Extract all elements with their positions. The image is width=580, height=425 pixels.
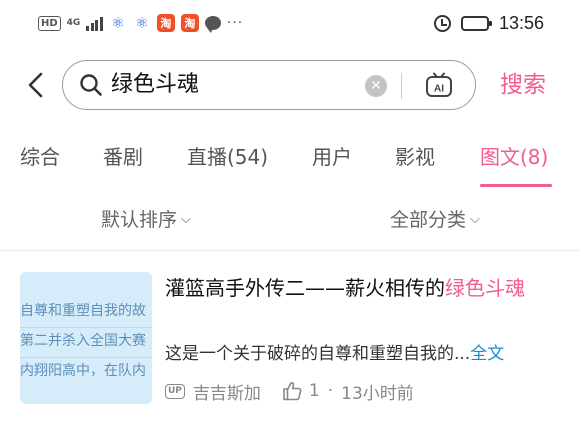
baidu-paw-icon: ⚛ [111,14,125,32]
thumbs-up-icon[interactable] [281,380,303,402]
sort-label: 默认排序 [101,209,178,231]
thumbnail-text-line: 内翔阳高中，在队内 [20,363,146,379]
tab-bangumi[interactable]: 番剧 [103,140,143,174]
tab-live[interactable]: 直播(54) [187,140,268,174]
status-bar-left: HD 4G ⚛ ⚛ 淘 淘 ··· [38,14,244,33]
thumbnail-text-line: 第二并杀入全国大赛 [20,333,146,349]
clock: 13:56 [498,13,544,33]
author-name[interactable]: 吉吉斯加 [193,379,261,404]
search-submit-button[interactable]: 搜索 [500,70,546,100]
filter-divider [0,250,580,251]
full-text-link[interactable]: 全文 [470,344,504,364]
category-dropdown[interactable]: 全部分类 ⌵ [390,206,480,234]
result-title-highlight: 绿色斗魂 [445,276,525,300]
chevron-left-icon [28,72,43,98]
active-tab-indicator [480,184,552,187]
chevron-down-icon: ⌵ [470,212,480,227]
publish-time: 13小时前 [341,383,414,404]
result-snippet-text: 这是一个关于破碎的自尊和重塑自我的... [165,344,471,364]
ai-tv-icon[interactable]: AI [425,72,453,100]
result-tabs: 综合 番剧 直播(54) 用户 影视 图文(8) [0,140,580,190]
back-button[interactable] [22,70,52,100]
tab-movies[interactable]: 影视 [395,140,435,174]
search-divider [401,73,402,99]
search-icon [80,74,102,96]
result-meta: UP 吉吉斯加 1 · 13小时前 [165,378,414,404]
thumbnail-text-line: 自尊和重塑自我的故 [20,303,146,319]
network-type-label: 4G [66,17,81,28]
like-count: 1 [308,381,320,401]
clear-icon[interactable]: ✕ [365,75,387,97]
hd-icon: HD [38,15,61,31]
status-bar: HD 4G ⚛ ⚛ 淘 淘 ··· 13:56 [0,0,580,50]
result-thumbnail[interactable]: 自尊和重塑自我的故 第二并杀入全国大赛 内翔阳高中，在队内 [20,272,152,404]
thumbnail-rule [20,357,152,358]
status-bar-right: 13:56 [433,13,544,34]
up-badge-icon: UP [165,383,185,399]
signal-icon [86,15,103,31]
tab-articles[interactable]: 图文(8) [480,140,548,174]
tab-comprehensive[interactable]: 综合 [20,140,60,174]
tab-users[interactable]: 用户 [312,140,352,174]
taobao-icon: 淘 [156,14,175,32]
result-title[interactable]: 灌篮高手外传二——薪火相传的绿色斗魂 [165,273,560,303]
category-label: 全部分类 [390,209,467,231]
alarm-icon [433,15,451,32]
taobao-icon-2: 淘 [180,14,199,32]
result-snippet[interactable]: 这是一个关于破碎的自尊和重塑自我的...全文 [165,341,560,367]
battery-icon [460,16,492,31]
search-box[interactable]: 绿色斗魂 ✕ AI [62,60,476,110]
sort-dropdown[interactable]: 默认排序 ⌵ [101,206,191,234]
chevron-down-icon: ⌵ [181,212,191,227]
result-title-text: 灌篮高手外传二——薪火相传的 [165,276,445,300]
ai-icon-label: AI [434,84,444,95]
meta-separator: · [327,381,334,401]
message-icon [204,16,221,33]
baidu-paw-icon-2: ⚛ [135,14,149,32]
search-input[interactable]: 绿色斗魂 [111,71,199,99]
thumbnail-rule [20,327,152,328]
more-notifications-icon: ··· [226,15,244,31]
